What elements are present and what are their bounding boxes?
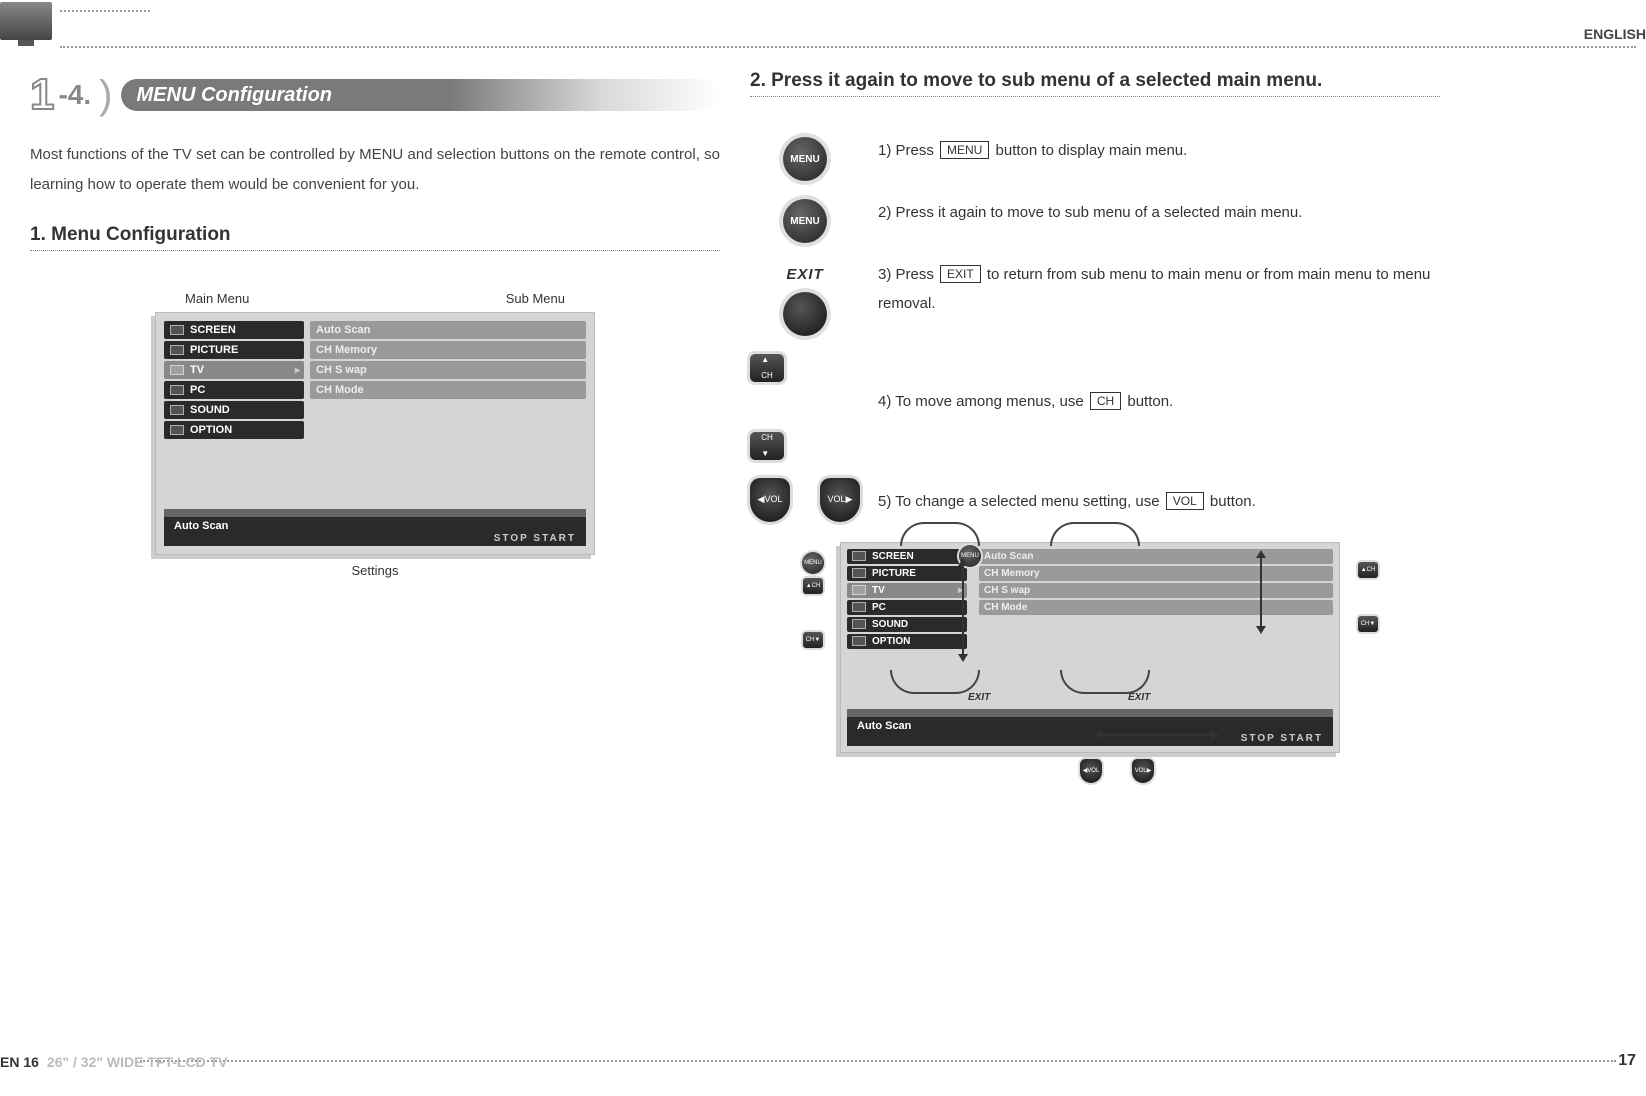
mini-vol-icon: ◀VOL bbox=[1080, 759, 1102, 783]
vertical-arrow-icon bbox=[962, 560, 976, 660]
bracket-decoration: ) bbox=[99, 73, 112, 118]
menu-footer-bar: Auto Scan STOP START bbox=[164, 509, 586, 546]
divider bbox=[60, 46, 1636, 48]
submenu-item: CH Mode bbox=[979, 600, 1333, 615]
horizontal-arrow-icon bbox=[1097, 734, 1217, 736]
ch-down-button-icon: CH ▼ bbox=[750, 432, 784, 460]
divider bbox=[750, 96, 1440, 97]
exit-key: EXIT bbox=[940, 265, 981, 283]
step-3: EXIT 3) Press EXIT to return from sub me… bbox=[750, 261, 1440, 336]
exit-label: EXIT bbox=[968, 692, 990, 703]
menu-item: SCREEN bbox=[164, 321, 304, 339]
arrow-icon bbox=[1050, 522, 1140, 546]
step-5: ◀VOL VOL▶ 5) To change a selected menu s… bbox=[750, 478, 1440, 522]
arrow-icon bbox=[1060, 670, 1150, 694]
settings-label: Settings bbox=[155, 563, 595, 578]
intro-paragraph: Most functions of the TV set can be cont… bbox=[30, 140, 720, 200]
submenu-item: Auto Scan bbox=[310, 321, 586, 339]
menu-item-selected: TV bbox=[164, 361, 304, 379]
step-1: MENU 1) Press MENU button to display mai… bbox=[750, 137, 1440, 181]
navigation-diagram: MENU ▲CH CH▼ ▲CH CH▼ SCREEN PICTURE TV P… bbox=[840, 542, 1340, 753]
ch-key: CH bbox=[1090, 392, 1121, 410]
exit-button-icon bbox=[783, 292, 827, 336]
vol-left-button-icon: ◀VOL bbox=[750, 478, 790, 522]
menu-item: PICTURE bbox=[164, 341, 304, 359]
page-number-left: EN 1626" / 32" WIDE TFT-LCD TV bbox=[0, 1054, 227, 1070]
menu-item: SOUND bbox=[164, 401, 304, 419]
menu-footer-bar: Auto Scan STOP START bbox=[847, 709, 1333, 746]
subsection-2-title: 2. Press it again to move to sub menu of… bbox=[750, 70, 1440, 92]
language-label: ENGLISH bbox=[1584, 26, 1646, 42]
ch-up-button-icon: ▲ CH bbox=[750, 354, 784, 382]
tv-menu-illustration: Main Menu Sub Menu SCREEN PICTURE TV PC … bbox=[155, 291, 595, 578]
section-heading: 1 -4. ) MENU Configuration bbox=[30, 70, 720, 120]
arrow-icon bbox=[900, 522, 980, 546]
menu-button-icon: MENU bbox=[783, 137, 827, 181]
menu-key: MENU bbox=[940, 141, 989, 159]
divider bbox=[140, 1060, 1616, 1062]
tv-icon bbox=[0, 2, 52, 40]
divider bbox=[60, 10, 150, 12]
menu-item: OPTION bbox=[164, 421, 304, 439]
page-number-right: 17 bbox=[1618, 1052, 1636, 1070]
mini-ch-icon: ▲CH bbox=[1358, 562, 1378, 578]
vertical-arrow-icon bbox=[1260, 552, 1274, 632]
mini-ch-icon: CH▼ bbox=[803, 632, 823, 648]
menu-item: PICTURE bbox=[847, 566, 967, 581]
section-number-minor: -4. bbox=[58, 79, 91, 111]
submenu-item: Auto Scan bbox=[979, 549, 1333, 564]
section-number-major: 1 bbox=[30, 70, 50, 120]
arrow-icon bbox=[890, 670, 980, 694]
submenu-item: CH S wap bbox=[310, 361, 586, 379]
menu-item: SOUND bbox=[847, 617, 967, 632]
subsection-1-title: 1. Menu Configuration bbox=[30, 224, 720, 246]
sub-menu-label: Sub Menu bbox=[506, 291, 565, 306]
heading-bar: MENU Configuration bbox=[121, 79, 721, 111]
submenu-item: CH Mode bbox=[310, 381, 586, 399]
exit-label: EXIT bbox=[1128, 692, 1150, 703]
exit-label: EXIT bbox=[783, 261, 827, 290]
menu-item-selected: TV bbox=[847, 583, 967, 598]
mini-menu-icon: MENU bbox=[802, 552, 824, 574]
menu-item: SCREEN bbox=[847, 549, 967, 564]
vol-right-button-icon: VOL▶ bbox=[820, 478, 860, 522]
submenu-item: CH Memory bbox=[979, 566, 1333, 581]
mini-ch-icon: ▲CH bbox=[803, 578, 823, 594]
main-menu-label: Main Menu bbox=[185, 291, 249, 306]
vol-key: VOL bbox=[1166, 492, 1204, 510]
submenu-item: CH Memory bbox=[310, 341, 586, 359]
step-2: MENU 2) Press it again to move to sub me… bbox=[750, 199, 1440, 243]
divider bbox=[30, 250, 720, 251]
menu-item: OPTION bbox=[847, 634, 967, 649]
mini-vol-icon: VOL▶ bbox=[1132, 759, 1154, 783]
mini-ch-icon: CH▼ bbox=[1358, 616, 1378, 632]
step-4: ▲ CH CH ▼ 4) To move among menus, use CH… bbox=[750, 354, 1440, 460]
submenu-item: CH S wap bbox=[979, 583, 1333, 598]
menu-item: PC bbox=[164, 381, 304, 399]
menu-button-icon: MENU bbox=[783, 199, 827, 243]
menu-item: PC bbox=[847, 600, 967, 615]
